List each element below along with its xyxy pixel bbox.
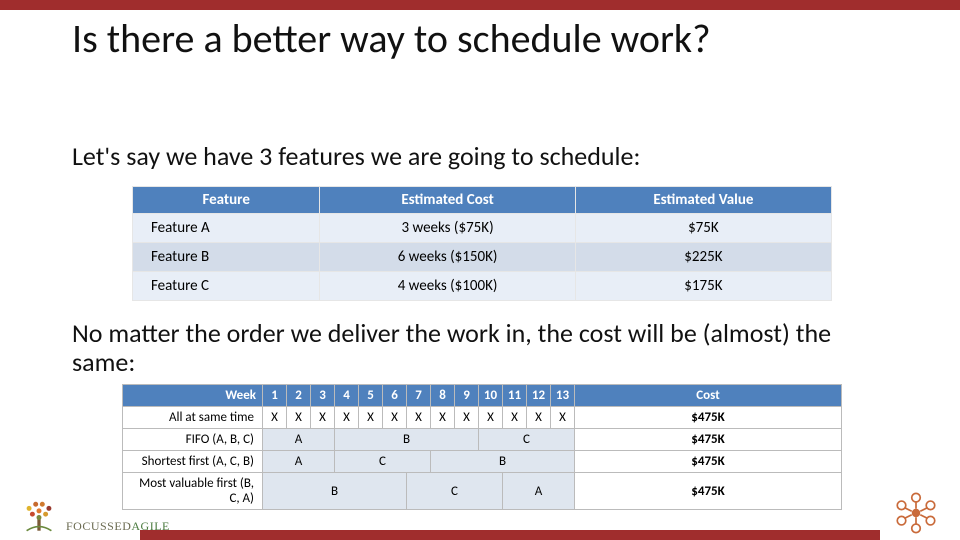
tree-icon xyxy=(18,496,60,534)
schedule-cell: X xyxy=(287,407,311,429)
row-cost: $475K xyxy=(575,451,842,473)
schedule-cell: X xyxy=(263,407,287,429)
week-col: 12 xyxy=(527,385,551,407)
week-col: 9 xyxy=(455,385,479,407)
week-col: 6 xyxy=(383,385,407,407)
brand-left: FOCUSSEDAGILE xyxy=(18,496,170,534)
footer: FOCUSSEDAGILE xyxy=(0,514,960,540)
row-label: All at same time xyxy=(123,407,263,429)
col-est-value: Estimated Value xyxy=(575,187,831,214)
table-row: Feature C 4 weeks ($100K) $175K xyxy=(133,272,832,301)
week-col: 3 xyxy=(311,385,335,407)
schedule-cell: X xyxy=(527,407,551,429)
brand-word-1: FOCUSSED xyxy=(66,519,131,533)
table-row: Feature B 6 weeks ($150K) $225K xyxy=(133,243,832,272)
schedule-segment: A xyxy=(263,451,335,473)
week-label: Week xyxy=(123,385,263,407)
schedule-cell: X xyxy=(335,407,359,429)
schedule-row: All at same timeXXXXXXXXXXXXX$475K xyxy=(123,407,842,429)
week-col: 13 xyxy=(551,385,575,407)
week-col: 4 xyxy=(335,385,359,407)
cell-feature: Feature A xyxy=(133,214,320,243)
schedule-segment: C xyxy=(335,451,431,473)
second-text: No matter the order we deliver the work … xyxy=(72,319,892,376)
schedule-segment: C xyxy=(479,429,575,451)
schedule-cell: X xyxy=(455,407,479,429)
cell-value: $225K xyxy=(575,243,831,272)
week-col: 7 xyxy=(407,385,431,407)
schedule-segment: B xyxy=(431,451,575,473)
schedule-table: Week 1 2 3 4 5 6 7 8 9 10 11 12 13 xyxy=(122,384,842,510)
schedule-cell: X xyxy=(311,407,335,429)
row-cost: $475K xyxy=(575,473,842,510)
brand-text: FOCUSSEDAGILE xyxy=(66,519,170,534)
schedule-row: FIFO (A, B, C)ABC$475K xyxy=(123,429,842,451)
schedule-row: Shortest first (A, C, B)ACB$475K xyxy=(123,451,842,473)
week-col: 11 xyxy=(503,385,527,407)
row-cost: $475K xyxy=(575,407,842,429)
schedule-cell: X xyxy=(479,407,503,429)
week-col: 1 xyxy=(263,385,287,407)
table-row: Feature A 3 weeks ($75K) $75K xyxy=(133,214,832,243)
col-feature: Feature xyxy=(133,187,320,214)
row-label: Shortest first (A, C, B) xyxy=(123,451,263,473)
schedule-cell: X xyxy=(407,407,431,429)
week-col: 10 xyxy=(479,385,503,407)
schedule-segment: C xyxy=(407,473,503,510)
week-col: 8 xyxy=(431,385,455,407)
page-title: Is there a better way to schedule work? xyxy=(72,18,892,60)
schedule-segment: A xyxy=(503,473,575,510)
row-cost: $475K xyxy=(575,429,842,451)
accent-top-bar xyxy=(0,0,960,10)
feature-table: Feature Estimated Cost Estimated Value F… xyxy=(132,186,832,301)
schedule-cell: X xyxy=(551,407,575,429)
week-col: 2 xyxy=(287,385,311,407)
cell-value: $75K xyxy=(575,214,831,243)
schedule-row: Most valuable first (B, C, A)BCA$475K xyxy=(123,473,842,510)
cell-feature: Feature C xyxy=(133,272,320,301)
brand-word-2: AGILE xyxy=(131,519,170,533)
col-est-cost: Estimated Cost xyxy=(320,187,575,214)
intro-text: Let's say we have 3 features we are goin… xyxy=(72,140,892,172)
cell-cost: 4 weeks ($100K) xyxy=(320,272,575,301)
schedule-segment: B xyxy=(335,429,479,451)
cell-cost: 3 weeks ($75K) xyxy=(320,214,575,243)
week-col: 5 xyxy=(359,385,383,407)
schedule-header: Week 1 2 3 4 5 6 7 8 9 10 11 12 13 xyxy=(123,385,842,407)
schedule-cell: X xyxy=(359,407,383,429)
schedule-cell: X xyxy=(383,407,407,429)
schedule-cell: X xyxy=(503,407,527,429)
schedule-cell: X xyxy=(431,407,455,429)
row-label: FIFO (A, B, C) xyxy=(123,429,263,451)
schedule-segment: B xyxy=(263,473,407,510)
cell-feature: Feature B xyxy=(133,243,320,272)
cell-cost: 6 weeks ($150K) xyxy=(320,243,575,272)
cost-label: Cost xyxy=(575,385,842,407)
schedule-segment: A xyxy=(263,429,335,451)
accent-bottom-bar xyxy=(140,530,880,540)
brand-right-icon xyxy=(890,490,942,536)
cell-value: $175K xyxy=(575,272,831,301)
